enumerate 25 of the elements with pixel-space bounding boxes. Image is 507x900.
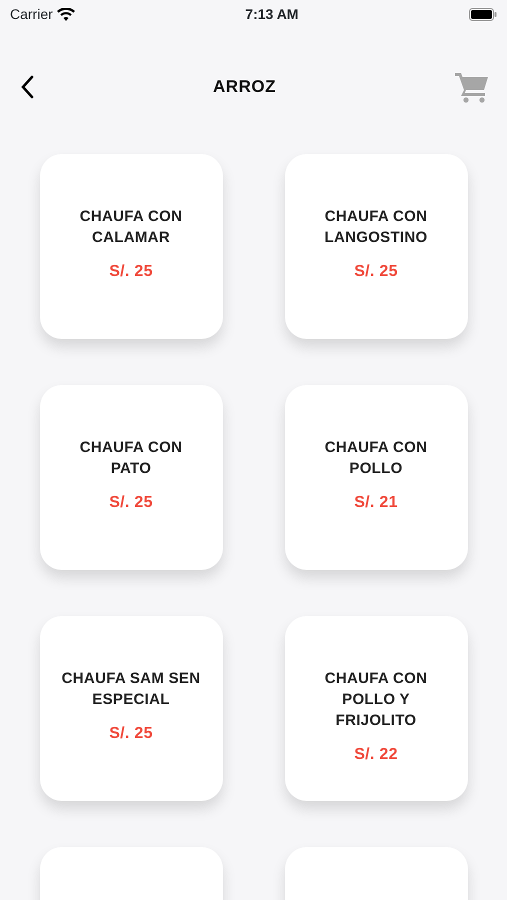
dish-card[interactable]: CHAUFA CON POLLO S/. 21	[284, 385, 468, 570]
dish-price: S/. 25	[109, 493, 153, 513]
carrier-name: Carrier	[10, 4, 53, 24]
dish-price: S/. 25	[109, 724, 153, 744]
page-title: ARROZ	[213, 76, 276, 98]
dish-name: CHAUFA CON POLLO Y FRIJOLITO	[324, 669, 428, 731]
dish-price: S/. 22	[354, 745, 398, 765]
wifi-icon	[56, 8, 75, 20]
dish-price: S/. 21	[354, 493, 398, 513]
back-icon[interactable]	[20, 75, 34, 99]
dish-name: CHAUFA CON CALAMAR	[78, 207, 184, 248]
dish-name: CHAUFA CON PATO	[78, 438, 184, 479]
cart-icon[interactable]	[454, 71, 489, 103]
dish-card[interactable]: CHAUFA CON POLLO Y FRIJOLITO S/. 22	[284, 616, 468, 801]
dish-card[interactable]: CHAUFA CON LANGOSTINO S/. 25	[284, 154, 468, 339]
dish-card[interactable]: CHAUFA CON CALAMAR S/. 25	[40, 154, 222, 339]
dish-name: CHAUFA CON POLLO	[324, 438, 428, 479]
dish-card[interactable]: CHAUFA SAM SEN ESPECIAL S/. 25	[40, 616, 222, 801]
dish-price: S/. 25	[354, 262, 398, 282]
dish-name: CHAUFA CON LANGOSTINO	[324, 207, 428, 248]
dish-name: CHAUFA SAM SEN ESPECIAL	[60, 669, 202, 710]
dish-card[interactable]: CHAUFA CON PATO S/. 25	[40, 385, 222, 570]
battery-icon	[468, 8, 497, 20]
dish-price: S/. 25	[109, 262, 153, 282]
clock-time: 7:13 AM	[245, 4, 298, 24]
